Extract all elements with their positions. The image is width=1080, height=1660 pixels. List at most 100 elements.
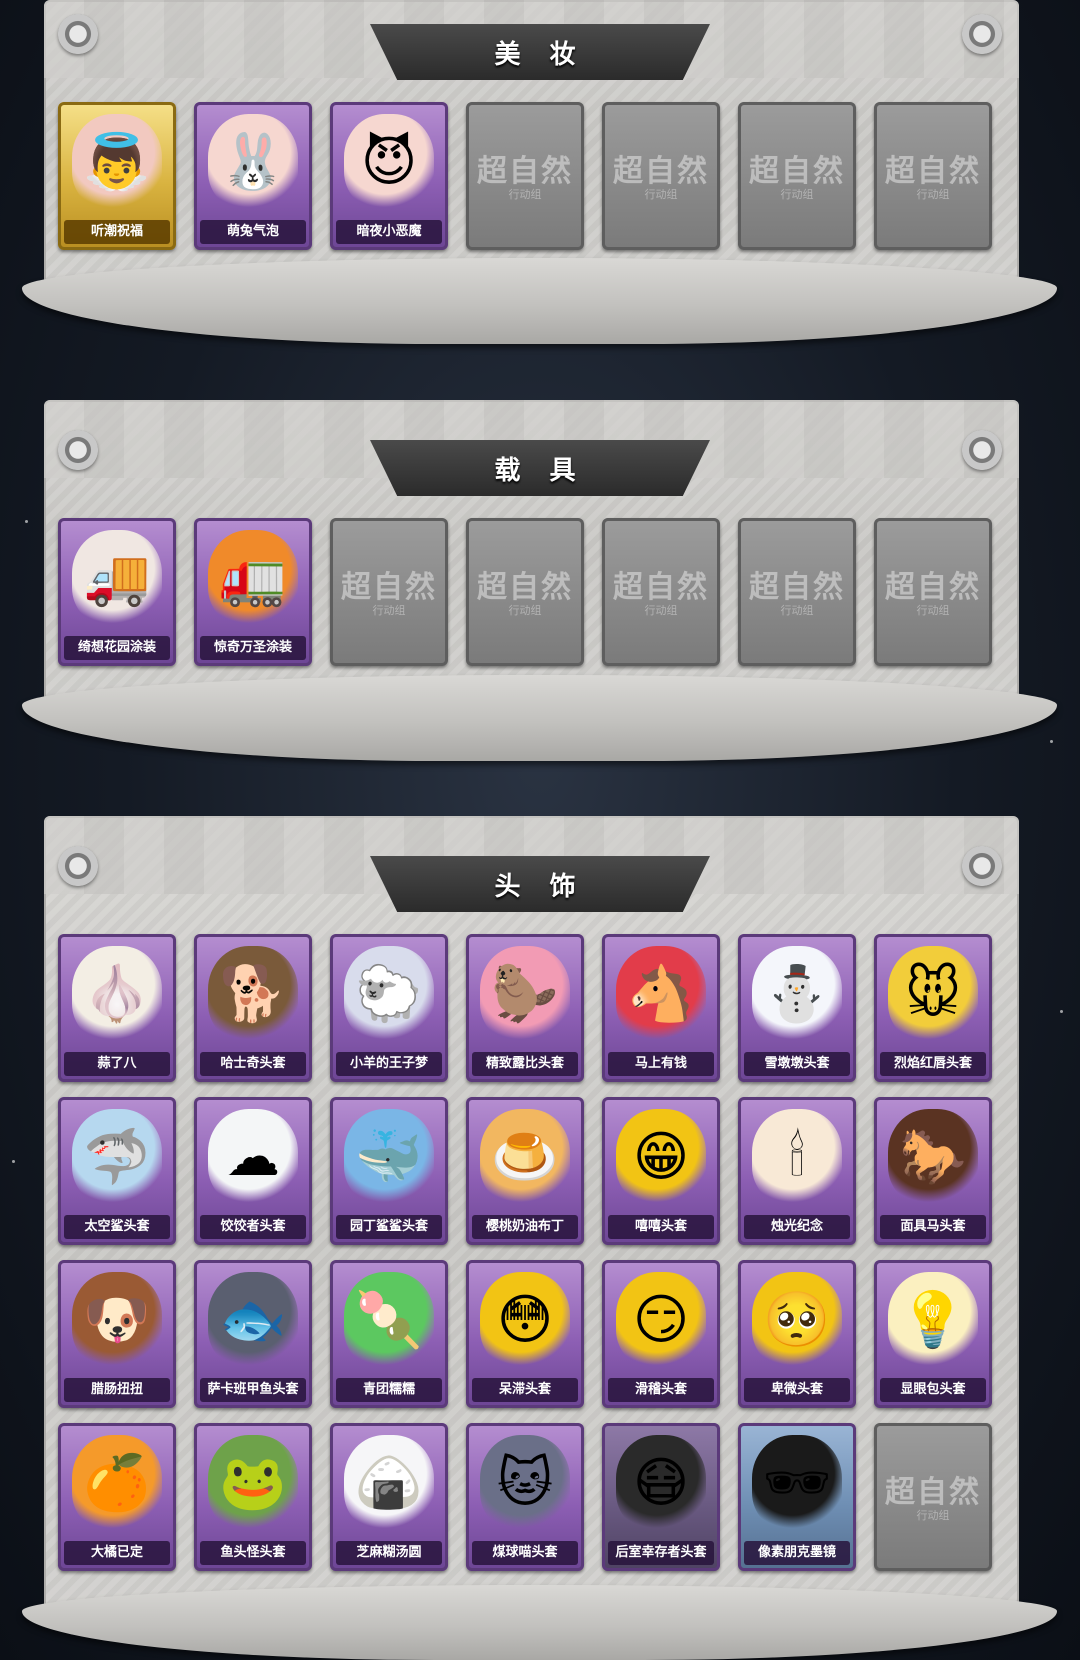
item-card[interactable]: ⛄ 雪墩墩头套 (738, 934, 856, 1082)
empty-slot: 超自然 行动组 (738, 518, 856, 666)
item-card[interactable]: 🐱 煤球喵头套 (466, 1423, 584, 1571)
corner-emblem-icon (962, 14, 1002, 54)
pink-beaver-icon: 🦫 (480, 946, 570, 1042)
item-card[interactable]: 🍙 芝麻糊汤圆 (330, 1423, 448, 1571)
watermark-logo: 超自然 (341, 570, 437, 605)
item-card[interactable]: 🥺 卑微头套 (738, 1260, 856, 1408)
item-card[interactable]: 🐸 鱼头怪头套 (194, 1423, 312, 1571)
watermark-logo: 超自然 (749, 570, 845, 605)
pudding-icon: 🍮 (480, 1109, 570, 1205)
item-card[interactable]: 😏 滑稽头套 (602, 1260, 720, 1408)
watermark-logo: 超自然 (749, 154, 845, 189)
item-label: 听潮祝福 (64, 220, 170, 244)
section-title-banner: 载 具 (370, 440, 710, 496)
item-card[interactable]: 🍊 大橘已定 (58, 1423, 176, 1571)
item-card[interactable]: 🦫 精致露比头套 (466, 934, 584, 1082)
item-card[interactable]: 💡 显眼包头套 (874, 1260, 992, 1408)
snowman-icon: ⛄ (752, 946, 842, 1042)
item-card[interactable]: 🐰 萌兔气泡 (194, 102, 312, 250)
item-card[interactable]: 🦈 太空鲨头套 (58, 1097, 176, 1245)
background-star (1050, 740, 1053, 743)
watermark-logo: 超自然 (885, 154, 981, 189)
empty-slot: 超自然 行动组 (874, 1423, 992, 1571)
item-card[interactable]: 🍮 樱桃奶油布丁 (466, 1097, 584, 1245)
item-card[interactable]: 😁 嘻嘻头套 (602, 1097, 720, 1245)
item-label: 嘻嘻头套 (608, 1215, 714, 1239)
item-card[interactable]: 🐳 园丁鲨鲨头套 (330, 1097, 448, 1245)
item-card[interactable]: 🧄 蒜了八 (58, 934, 176, 1082)
section-title: 头 饰 (494, 871, 586, 902)
watermark-subtitle: 行动组 (372, 604, 406, 617)
item-label: 雪墩墩头套 (744, 1052, 850, 1076)
fish-head-icon: 🐟 (208, 1272, 298, 1368)
item-card[interactable]: 😷 后室幸存者头套 (602, 1423, 720, 1571)
item-card[interactable]: 🍡 青团糯糯 (330, 1260, 448, 1408)
item-card[interactable]: 🐴 马上有钱 (602, 934, 720, 1082)
item-card[interactable]: 🕶 像素朋克墨镜 (738, 1423, 856, 1571)
dazed-emoji-icon: 😳 (480, 1272, 570, 1368)
item-label: 绮想花园涂装 (64, 636, 170, 660)
item-grid: 🚚 绮想花园涂装 🚛 惊奇万圣涂装 超自然 行动组 超自然 行动组 超自然 行动组 超自然 行动组 超自… (58, 518, 992, 666)
item-card[interactable]: ☁ 饺饺者头套 (194, 1097, 312, 1245)
rice-dumpling-icon: 🍙 (344, 1435, 434, 1531)
item-label: 腊肠扭扭 (64, 1378, 170, 1402)
background-star (12, 1160, 15, 1163)
bunny-face-icon: 🐰 (208, 114, 298, 210)
section-title: 美 妆 (494, 39, 586, 70)
watermark-logo: 超自然 (613, 570, 709, 605)
item-card[interactable]: 🐶 腊肠扭扭 (58, 1260, 176, 1408)
item-card[interactable]: 👼 听潮祝福 (58, 102, 176, 250)
item-label: 后室幸存者头套 (608, 1541, 714, 1565)
corner-emblem-icon (58, 14, 98, 54)
watermark-subtitle: 行动组 (916, 604, 950, 617)
item-grid: 👼 听潮祝福 🐰 萌兔气泡 😈 暗夜小恶魔 超自然 行动组 超自然 行动组 超自然 行动组 超自然 行动组 (58, 102, 992, 250)
watermark-logo: 超自然 (477, 570, 573, 605)
item-card[interactable]: 🚚 绮想花园涂装 (58, 518, 176, 666)
item-label: 暗夜小恶魔 (336, 220, 442, 244)
item-label: 呆滞头套 (472, 1378, 578, 1402)
item-label: 饺饺者头套 (200, 1215, 306, 1239)
item-card[interactable]: 🐑 小羊的王子梦 (330, 934, 448, 1082)
item-grid: 🧄 蒜了八 🐕 哈士奇头套 🐑 小羊的王子梦 🦫 精致露比头套 🐴 马上有钱 ⛄ 雪墩墩头套 🐭 烈焰红唇… (58, 934, 992, 1571)
item-card[interactable]: 🐟 萨卡班甲鱼头套 (194, 1260, 312, 1408)
dog-sunglasses-icon: 🐕 (208, 946, 298, 1042)
item-card[interactable]: 🐎 面具马头套 (874, 1097, 992, 1245)
empty-slot: 超自然 行动组 (738, 102, 856, 250)
halloween-truck-icon: 🚛 (208, 530, 298, 626)
orange-slice-icon: 🍊 (72, 1435, 162, 1531)
face-with-wings-icon: 👼 (72, 114, 162, 210)
item-card[interactable]: 🐕 哈士奇头套 (194, 934, 312, 1082)
item-label: 芝麻糊汤圆 (336, 1541, 442, 1565)
pikachu-lips-icon: 🐭 (888, 946, 978, 1042)
garlic-icon: 🧄 (72, 946, 162, 1042)
scroll-bottom (22, 675, 1057, 761)
red-horse-icon: 🐴 (616, 946, 706, 1042)
dachshund-icon: 🐶 (72, 1272, 162, 1368)
watermark-logo: 超自然 (885, 570, 981, 605)
item-card[interactable]: 🕯 烛光纪念 (738, 1097, 856, 1245)
item-label: 鱼头怪头套 (200, 1541, 306, 1565)
item-card[interactable]: 😳 呆滞头套 (466, 1260, 584, 1408)
green-rice-ball-icon: 🍡 (344, 1272, 434, 1368)
item-label: 小羊的王子梦 (336, 1052, 442, 1076)
item-card[interactable]: 😈 暗夜小恶魔 (330, 102, 448, 250)
watermark-logo: 超自然 (885, 1475, 981, 1510)
watermark-subtitle: 行动组 (644, 604, 678, 617)
corner-emblem-icon (58, 846, 98, 886)
item-label: 滑稽头套 (608, 1378, 714, 1402)
item-label: 像素朋克墨镜 (744, 1541, 850, 1565)
empty-slot: 超自然 行动组 (874, 102, 992, 250)
item-label: 烛光纪念 (744, 1215, 850, 1239)
item-label: 马上有钱 (608, 1052, 714, 1076)
corner-emblem-icon (962, 846, 1002, 886)
corner-emblem-icon (962, 430, 1002, 470)
item-label: 显眼包头套 (880, 1378, 986, 1402)
pixel-sunglasses-icon: 🕶 (752, 1435, 842, 1531)
item-card[interactable]: 🐭 烈焰红唇头套 (874, 934, 992, 1082)
watermark-logo: 超自然 (613, 154, 709, 189)
empty-slot: 超自然 行动组 (874, 518, 992, 666)
bee-shark-icon: 🐳 (344, 1109, 434, 1205)
item-card[interactable]: 🚛 惊奇万圣涂装 (194, 518, 312, 666)
item-label: 青团糯糯 (336, 1378, 442, 1402)
empty-slot: 超自然 行动组 (330, 518, 448, 666)
